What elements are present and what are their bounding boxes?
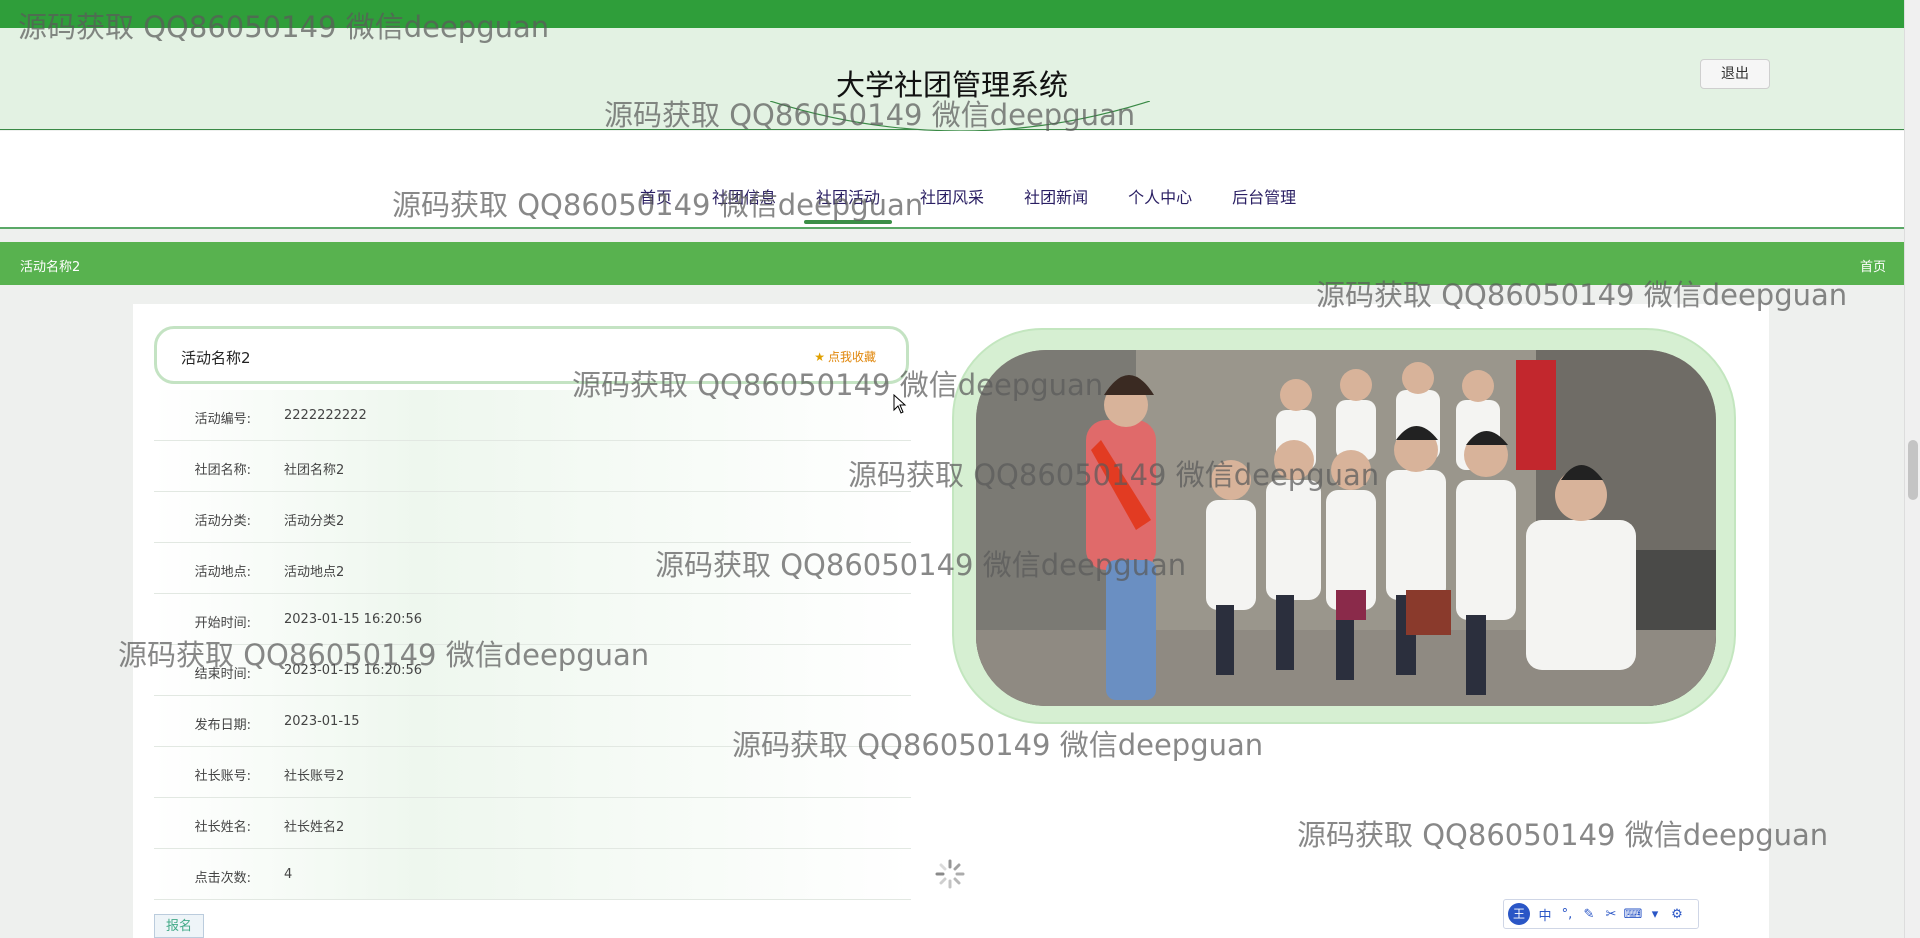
field-value: 4 xyxy=(284,867,293,882)
field-label: 社长姓名: xyxy=(194,820,251,835)
activity-photo-illustration xyxy=(976,350,1716,706)
activity-title: 活动名称2 xyxy=(181,349,251,367)
nav-item-club-news[interactable]: 社团新闻 xyxy=(1004,184,1108,208)
field-value: 2222222222 xyxy=(284,408,367,423)
nav-item-admin[interactable]: 后台管理 xyxy=(1212,184,1316,208)
signup-button[interactable]: 报名 xyxy=(154,914,204,938)
main-nav: 首页 社团信息 社团活动 社团风采 社团新闻 个人中心 后台管理 xyxy=(0,131,1904,229)
ime-mode-toggle[interactable]: 中 xyxy=(1534,905,1556,924)
field-row: 点击次数: 4 xyxy=(154,849,911,900)
field-row: 社长账号: 社长账号2 xyxy=(154,747,911,798)
pen-icon[interactable]: ✎ xyxy=(1578,907,1600,922)
field-row: 结束时间: 2023-01-15 16:20:56 xyxy=(154,645,911,696)
field-label: 点击次数: xyxy=(194,871,251,886)
field-label: 结束时间: xyxy=(194,667,251,682)
ime-logo-icon[interactable]: 王 xyxy=(1508,903,1530,925)
field-row: 开始时间: 2023-01-15 16:20:56 xyxy=(154,594,911,645)
nav-item-club-activities[interactable]: 社团活动 xyxy=(796,184,900,224)
field-value: 2023-01-15 16:20:56 xyxy=(284,612,423,627)
field-value: 2023-01-15 16:20:56 xyxy=(284,663,423,678)
star-icon: ★ xyxy=(814,350,825,364)
scrollbar-thumb[interactable] xyxy=(1908,440,1918,500)
field-label: 社长账号: xyxy=(194,769,251,784)
field-row: 活动分类: 活动分类2 xyxy=(154,492,911,543)
favorite-button[interactable]: ★ 点我收藏 xyxy=(814,348,876,365)
keyboard-icon[interactable]: ⌨ xyxy=(1622,907,1644,922)
page-scrollbar[interactable] xyxy=(1904,0,1920,938)
punctuation-icon[interactable]: °, xyxy=(1556,907,1578,922)
field-value: 社团名称2 xyxy=(284,463,345,478)
field-label: 活动地点: xyxy=(194,565,251,580)
field-row: 活动编号: 2222222222 xyxy=(154,390,911,441)
scissors-icon[interactable]: ✂ xyxy=(1600,907,1622,922)
loading-spinner-icon xyxy=(935,859,965,889)
field-label: 发布日期: xyxy=(194,718,251,733)
field-label: 开始时间: xyxy=(194,616,251,631)
nav-item-personal-center[interactable]: 个人中心 xyxy=(1108,184,1212,208)
field-row: 活动地点: 活动地点2 xyxy=(154,543,911,594)
ime-toolbar[interactable]: 王 中 °, ✎ ✂ ⌨ ▾ ⚙ xyxy=(1503,899,1699,929)
field-row: 社团名称: 社团名称2 xyxy=(154,441,911,492)
breadcrumb-current: 活动名称2 xyxy=(20,260,81,275)
field-row: 发布日期: 2023-01-15 xyxy=(154,696,911,747)
nav-item-home[interactable]: 首页 xyxy=(620,184,692,208)
field-value: 活动分类2 xyxy=(284,514,345,529)
favorite-label: 点我收藏 xyxy=(827,350,876,364)
activity-image-frame xyxy=(952,328,1736,724)
breadcrumb-bar: 活动名称2 首页 xyxy=(0,242,1904,285)
nav-menu: 首页 社团信息 社团活动 社团风采 社团新闻 个人中心 后台管理 xyxy=(620,184,1316,224)
activity-title-box: 活动名称2 ★ 点我收藏 xyxy=(154,326,909,384)
site-title: 大学社团管理系统 xyxy=(835,68,1068,102)
field-label: 社团名称: xyxy=(194,463,251,478)
field-row: 社长姓名: 社长姓名2 xyxy=(154,798,911,849)
gear-icon[interactable]: ⚙ xyxy=(1666,907,1688,922)
skin-icon[interactable]: ▾ xyxy=(1644,907,1666,922)
field-value: 社长账号2 xyxy=(284,769,345,784)
field-label: 活动编号: xyxy=(194,412,251,427)
field-value: 社长姓名2 xyxy=(284,820,345,835)
top-bar xyxy=(0,0,1904,28)
field-value: 活动地点2 xyxy=(284,565,345,580)
breadcrumb-home-link[interactable]: 首页 xyxy=(1860,256,1886,275)
activity-photo xyxy=(976,350,1716,706)
activity-fields: 活动编号: 2222222222 社团名称: 社团名称2 活动分类: 活动分类2 活动… xyxy=(154,390,911,900)
mouse-cursor-icon xyxy=(893,394,907,414)
logout-button[interactable]: 退出 xyxy=(1700,59,1770,89)
nav-item-club-showcase[interactable]: 社团风采 xyxy=(900,184,1004,208)
nav-item-club-info[interactable]: 社团信息 xyxy=(692,184,796,208)
field-label: 活动分类: xyxy=(194,514,251,529)
field-value: 2023-01-15 xyxy=(284,714,360,729)
